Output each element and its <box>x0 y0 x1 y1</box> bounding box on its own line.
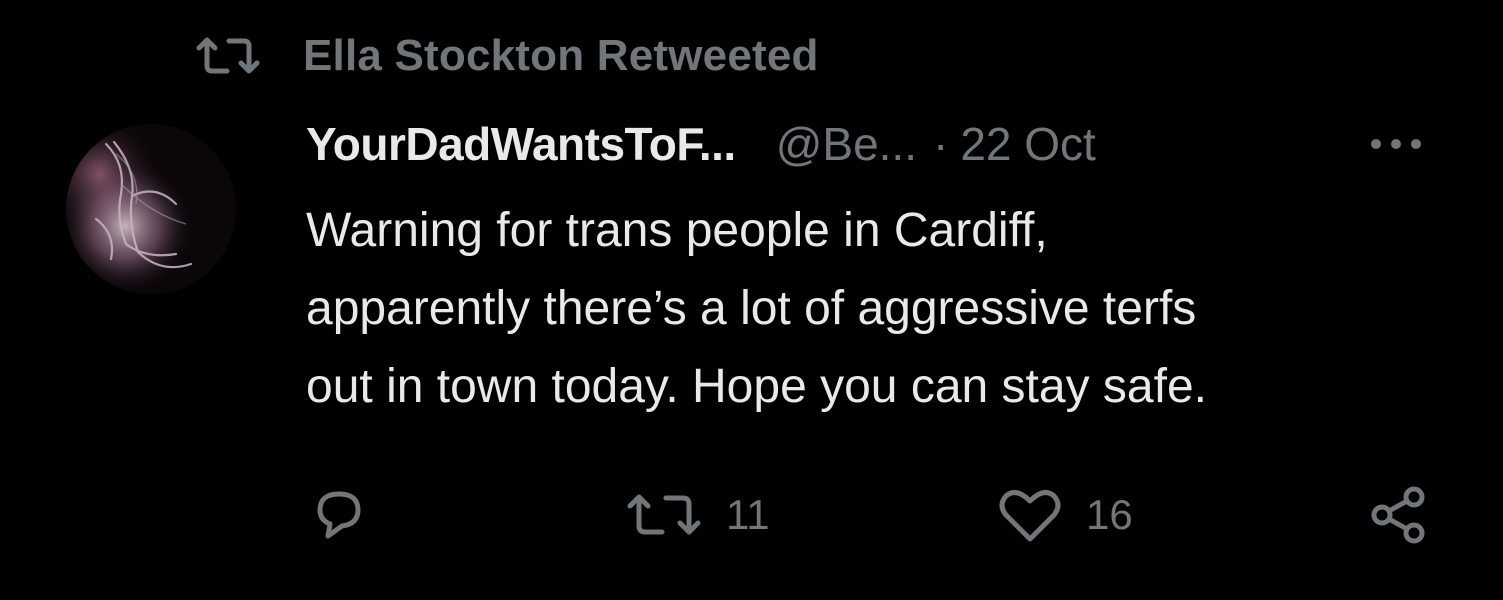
share-icon <box>1364 481 1432 549</box>
retweet-button[interactable]: 11 <box>624 478 770 552</box>
like-button[interactable]: 16 <box>996 478 1133 552</box>
more-horizontal-icon <box>1360 124 1432 164</box>
tweet-card[interactable]: Ella Stockton Retweeted YourDadWantsToF.… <box>0 0 1503 600</box>
tweet-timestamp[interactable]: 22 Oct <box>960 117 1096 171</box>
author-handle[interactable]: @Be... <box>776 117 917 171</box>
retweet-count: 11 <box>726 491 770 538</box>
tweet-text-line: out in town today. Hope you can stay saf… <box>306 360 1207 413</box>
tweet-text-line: Warning for trans people in Cardiff, <box>306 204 1048 257</box>
retweet-context-text: Ella Stockton Retweeted <box>303 31 819 80</box>
action-bar: 11 16 <box>306 478 1446 552</box>
author-display-name[interactable]: YourDadWantsToF... <box>306 117 736 171</box>
retweet-icon <box>195 36 261 76</box>
avatar[interactable] <box>66 124 236 294</box>
tweet-header: YourDadWantsToF... @Be... · 22 Oct <box>306 112 1096 176</box>
more-options-button[interactable] <box>1360 124 1432 164</box>
share-button[interactable] <box>1364 478 1432 552</box>
tweet-text-line: apparently there’s a lot of aggressive t… <box>306 282 1197 335</box>
header-separator: · <box>933 118 949 170</box>
retweet-context[interactable]: Ella Stockton Retweeted <box>195 30 819 82</box>
retweet-icon <box>624 490 704 540</box>
heart-icon <box>996 485 1064 545</box>
like-count: 16 <box>1086 491 1133 538</box>
tweet-text: Warning for trans people in Cardiff, app… <box>306 192 1446 426</box>
reply-icon <box>306 482 372 548</box>
reply-button[interactable] <box>306 478 372 552</box>
